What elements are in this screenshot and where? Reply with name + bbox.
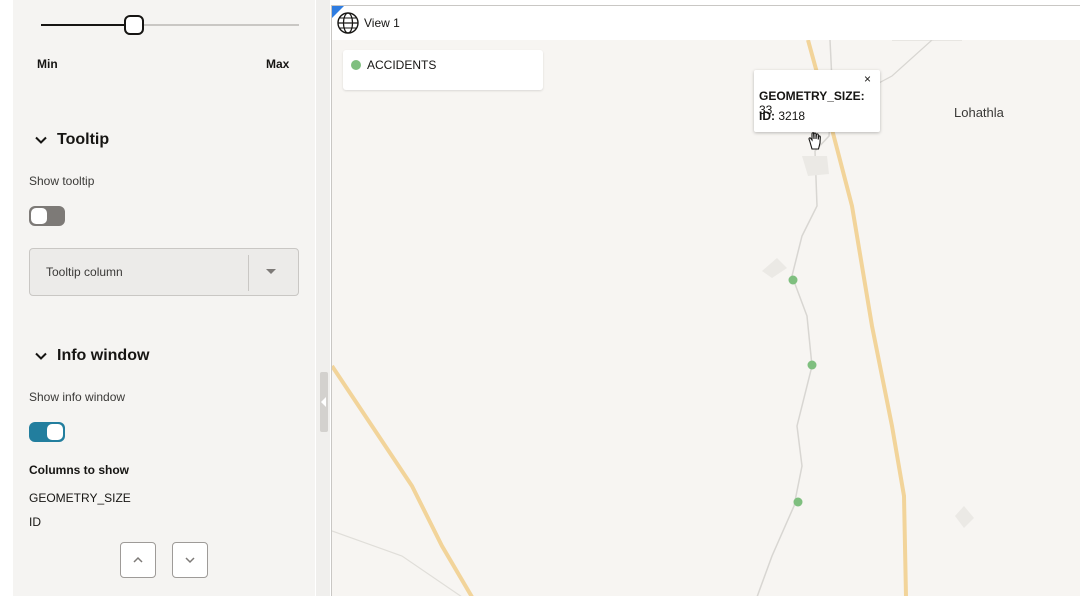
move-down-button[interactable]: [172, 542, 208, 578]
show-tooltip-toggle[interactable]: [29, 206, 65, 226]
move-up-button[interactable]: [120, 542, 156, 578]
accident-point[interactable]: [807, 360, 817, 370]
popup-row: ID: 3218: [759, 109, 805, 123]
globe-icon: [337, 12, 359, 34]
panel-splitter[interactable]: [316, 0, 330, 596]
hand-cursor-icon: [808, 132, 821, 150]
legend-layer-label[interactable]: ACCIDENTS: [367, 58, 436, 72]
view-title: View 1: [364, 16, 400, 30]
map-view[interactable]: View 1 ACCIDENTS Lohathla × GEOMETRY_SIZ…: [331, 5, 1080, 596]
toggle-knob: [31, 208, 47, 224]
chevron-up-icon: [133, 556, 143, 563]
select-divider: [248, 255, 249, 291]
accident-point[interactable]: [788, 275, 798, 285]
tooltip-section-header[interactable]: Tooltip: [35, 131, 109, 149]
show-tooltip-label: Show tooltip: [29, 174, 95, 188]
legend-point-icon: [351, 60, 361, 70]
close-icon[interactable]: ×: [864, 72, 871, 86]
accident-point[interactable]: [793, 497, 803, 507]
slider-max-label: Max: [266, 57, 290, 71]
toggle-knob: [47, 424, 63, 440]
info-window-section-title: Info window: [57, 347, 150, 364]
tooltip-section-title: Tooltip: [57, 131, 110, 148]
tooltip-column-value: Tooltip column: [46, 265, 123, 279]
column-item[interactable]: GEOMETRY_SIZE: [29, 491, 131, 505]
slider-fill: [41, 24, 134, 26]
popup-key: GEOMETRY_SIZE:: [759, 89, 865, 103]
column-item[interactable]: ID: [29, 515, 41, 529]
info-window-popup: × GEOMETRY_SIZE: 33 ID: 3218: [754, 70, 880, 132]
chevron-down-icon: [35, 352, 47, 360]
info-window-section-header[interactable]: Info window: [35, 347, 149, 365]
place-label: Lohathla: [954, 105, 1004, 120]
tooltip-column-select[interactable]: Tooltip column: [29, 248, 299, 296]
slider-min-label: Min: [37, 57, 58, 71]
range-slider[interactable]: [41, 15, 299, 35]
collapse-arrow-icon: [321, 397, 326, 407]
show-info-window-label: Show info window: [29, 390, 126, 404]
view-title-bar: View 1: [332, 6, 1080, 40]
chevron-down-icon: [185, 557, 195, 564]
columns-to-show-label: Columns to show: [29, 463, 129, 477]
slider-thumb[interactable]: [123, 15, 144, 35]
caret-down-icon: [266, 269, 276, 274]
popup-key: ID:: [759, 109, 775, 123]
settings-panel: Min Max Tooltip Show tooltip Tooltip col…: [13, 0, 315, 596]
show-info-window-toggle[interactable]: [29, 422, 65, 442]
chevron-down-icon: [35, 136, 47, 144]
map-legend: ACCIDENTS: [343, 50, 543, 90]
map-canvas[interactable]: [332, 6, 1080, 596]
popup-value: 3218: [778, 109, 806, 123]
